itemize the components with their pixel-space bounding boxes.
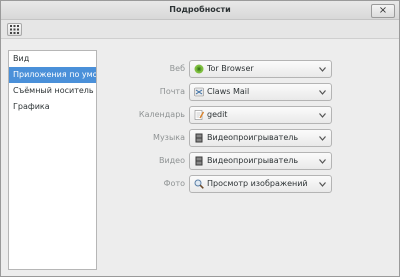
video-player-icon	[195, 156, 203, 166]
video-combo[interactable]: Видеопроигрыватель	[189, 152, 332, 170]
gedit-icon	[194, 110, 204, 120]
titlebar: Подробности ×	[1, 1, 399, 20]
chevron-down-icon	[319, 182, 326, 187]
tor-browser-icon	[194, 64, 204, 74]
close-icon: ×	[378, 5, 388, 16]
details-window: Подробности × Вид Приложения по умол... …	[0, 0, 400, 277]
sidebar-item-removable-media[interactable]: Съёмный носитель	[9, 83, 96, 99]
close-button[interactable]: ×	[371, 4, 395, 18]
chevron-down-icon	[319, 113, 326, 118]
sidebar-item-view[interactable]: Вид	[9, 51, 96, 67]
overview-button[interactable]	[7, 23, 22, 36]
default-app-row-video: Видео Видеопроигрыватель	[101, 152, 332, 170]
video-label: Видео	[158, 156, 185, 165]
video-player-icon	[195, 133, 203, 143]
chevron-down-icon	[319, 159, 326, 164]
grid-icon	[10, 25, 19, 34]
window-title: Подробности	[169, 5, 231, 14]
toolbar	[1, 20, 399, 39]
mail-value: Claws Mail	[207, 87, 250, 96]
web-label: Веб	[169, 64, 185, 73]
video-value: Видеопроигрыватель	[207, 156, 299, 165]
web-value: Tor Browser	[207, 64, 254, 73]
default-app-row-calendar: Календарь gedit	[101, 106, 332, 124]
music-value: Видеопроигрыватель	[207, 133, 299, 142]
photo-value: Просмотр изображений	[207, 179, 308, 188]
default-app-row-mail: Почта Claws Mail	[101, 83, 332, 101]
default-app-row-photo: Фото Просмотр изображений	[101, 175, 332, 193]
claws-mail-icon	[194, 87, 204, 97]
chevron-down-icon	[319, 136, 326, 141]
calendar-label: Календарь	[138, 110, 185, 119]
calendar-combo[interactable]: gedit	[189, 106, 332, 124]
chevron-down-icon	[319, 67, 326, 72]
calendar-value: gedit	[207, 110, 228, 119]
default-app-row-music: Музыка Видеопроигрыватель	[101, 129, 332, 147]
sidebar-item-default-applications[interactable]: Приложения по умол...	[9, 67, 96, 83]
music-label: Музыка	[153, 133, 185, 142]
default-app-row-web: Веб Tor Browser	[101, 60, 332, 78]
photo-label: Фото	[163, 179, 185, 188]
web-combo[interactable]: Tor Browser	[189, 60, 332, 78]
music-combo[interactable]: Видеопроигрыватель	[189, 129, 332, 147]
sidebar-item-graphics[interactable]: Графика	[9, 99, 96, 115]
chevron-down-icon	[319, 90, 326, 95]
sidebar: Вид Приложения по умол... Съёмный носите…	[8, 50, 97, 270]
mail-combo[interactable]: Claws Mail	[189, 83, 332, 101]
image-viewer-icon	[194, 179, 204, 189]
mail-label: Почта	[159, 87, 185, 96]
photo-combo[interactable]: Просмотр изображений	[189, 175, 332, 193]
